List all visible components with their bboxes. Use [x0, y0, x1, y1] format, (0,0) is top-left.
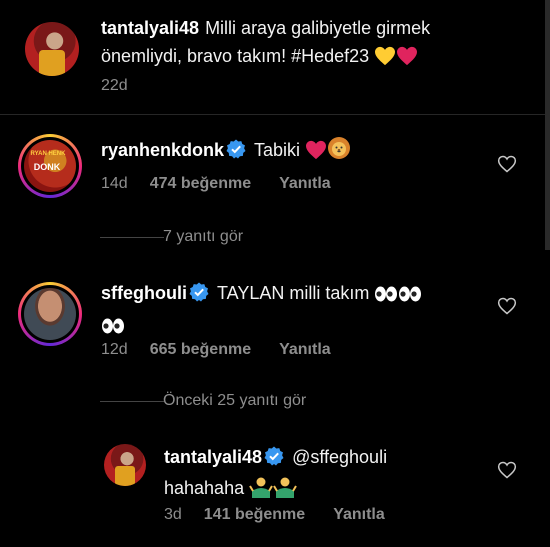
like-heart-icon[interactable]	[497, 460, 517, 480]
comment-1: ryanhenkdonk Tabiki	[101, 136, 491, 168]
caption-username[interactable]: tantalyali48	[101, 18, 199, 38]
reply-text: hahahaha	[164, 478, 245, 498]
reply-avatar[interactable]	[104, 444, 146, 486]
comment-2-reply-button[interactable]: Yanıtla	[279, 341, 331, 358]
red-heart-icon	[305, 140, 327, 168]
reply-comment: tantalyali48 @sffeghouli hahahaha	[164, 443, 484, 506]
comment-2-meta: 12d 665 beğenme Yanıtla	[101, 341, 359, 359]
view-replies-line	[100, 401, 164, 402]
comment-2-text: TAYLAN milli takım	[217, 283, 370, 303]
comment-1-time: 14d	[101, 175, 128, 192]
scrollbar[interactable]	[545, 0, 550, 250]
comment-1-meta: 14d 474 beğenme Yanıtla	[101, 175, 359, 193]
caption-meta: 22d	[101, 77, 150, 95]
comment-1-text: Tabiki	[254, 140, 301, 160]
lion-icon	[327, 136, 351, 168]
eyes-icon	[101, 315, 125, 343]
like-heart-icon[interactable]	[497, 296, 517, 316]
eyes-icon	[374, 283, 398, 311]
eyes-icon	[398, 283, 422, 311]
caption: tantalyali48 Milli araya galibiyetle girm…	[101, 14, 501, 74]
avatar-sub-label: RYAN HENK	[30, 151, 66, 157]
comment-2: sffeghouli TAYLAN milli takım	[101, 279, 491, 343]
section-divider	[0, 114, 545, 115]
shrug-person-icon	[249, 476, 273, 506]
reply-meta: 3d 141 beğenme Yanıtla	[164, 506, 413, 524]
comment-avatar-ring[interactable]: RYAN HENK DONK	[18, 134, 82, 198]
ryanhenkdonk-avatar: RYAN HENK DONK	[24, 140, 76, 192]
avatar-label: DONK	[33, 162, 61, 172]
view-replies-link[interactable]: 7 yanıtı gör	[163, 228, 243, 246]
verified-badge-icon	[189, 282, 209, 310]
sffeghouli-avatar	[24, 288, 76, 340]
shrug-person-icon	[273, 476, 297, 506]
caption-avatar[interactable]	[25, 22, 79, 76]
comment-2-likes[interactable]: 665 beğenme	[150, 341, 251, 358]
comment-1-reply-button[interactable]: Yanıtla	[279, 175, 331, 192]
reply-time: 3d	[164, 506, 182, 523]
yellow-heart-icon	[374, 46, 396, 74]
verified-badge-icon	[226, 139, 246, 167]
view-previous-replies-link[interactable]: Önceki 25 yanıtı gör	[163, 392, 306, 410]
like-heart-icon[interactable]	[497, 154, 517, 174]
reply-likes[interactable]: 141 beğenme	[204, 506, 305, 523]
red-heart-icon	[396, 46, 418, 74]
caption-time: 22d	[101, 77, 128, 94]
reply-mention[interactable]: @sffeghouli	[292, 447, 387, 467]
view-replies-line	[100, 237, 164, 238]
reply-reply-button[interactable]: Yanıtla	[333, 506, 385, 523]
comment-1-likes[interactable]: 474 beğenme	[150, 175, 251, 192]
reply-username[interactable]: tantalyali48	[164, 447, 262, 467]
comment-2-time: 12d	[101, 341, 128, 358]
comment-1-username[interactable]: ryanhenkdonk	[101, 140, 224, 160]
comment-2-username[interactable]: sffeghouli	[101, 283, 187, 303]
verified-badge-icon	[264, 446, 284, 474]
comment-avatar-ring[interactable]	[18, 282, 82, 346]
